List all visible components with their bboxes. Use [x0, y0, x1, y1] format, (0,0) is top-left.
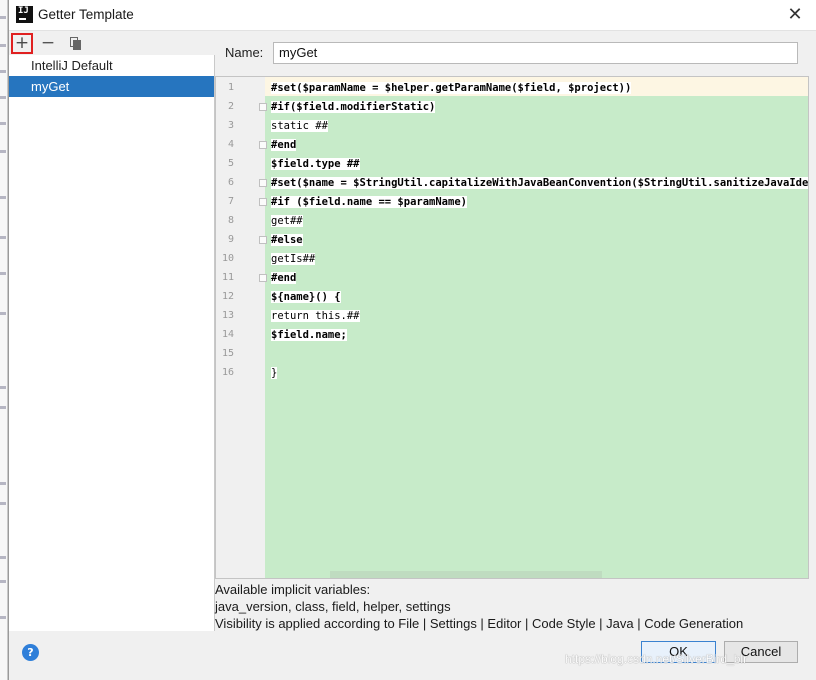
code-line-text: #end [271, 139, 297, 151]
intellij-icon: IJ [16, 6, 33, 23]
implicit-variables-list: java_version, class, field, helper, sett… [215, 599, 451, 614]
line-number: 5 [216, 155, 265, 174]
line-number-text: 9 [227, 234, 234, 245]
code-line: $field.type ## [271, 155, 360, 174]
code-line: ${name}() { [271, 288, 341, 307]
code-line-text: $field.type ## [271, 158, 360, 170]
fold-marker-icon[interactable] [259, 179, 267, 187]
code-line-text: static ## [271, 120, 328, 132]
remove-template-button[interactable]: − [37, 33, 59, 54]
help-button[interactable]: ? [22, 644, 39, 661]
code-line-text: #set($name = $StringUtil.capitalizeWithJ… [271, 177, 808, 189]
code-line-text: ${name}() { [271, 291, 341, 303]
code-line-text: #end [271, 272, 297, 284]
code-line: #else [271, 231, 303, 250]
code-line: return this.## [271, 307, 360, 326]
line-number: 12 [216, 288, 265, 307]
info-panel: Available implicit variables: java_versi… [215, 581, 809, 632]
line-number-text: 7 [227, 196, 234, 207]
line-number-text: 12 [221, 291, 234, 302]
line-number: 10 [216, 250, 265, 269]
line-number-text: 10 [221, 253, 234, 264]
close-button[interactable]: ✕ [783, 4, 807, 26]
horizontal-scrollbar[interactable] [330, 571, 602, 578]
code-line-text: get## [271, 215, 303, 227]
fold-marker-icon[interactable] [259, 274, 267, 282]
code-line: #set($paramName = $helper.getParamName($… [271, 79, 632, 98]
title-bar: IJ Getter Template ✕ [9, 0, 816, 31]
line-number: 7 [216, 193, 267, 212]
code-line-text: getIs## [271, 253, 316, 265]
line-number-text: 1 [227, 82, 234, 93]
line-number-text: 16 [221, 367, 234, 378]
code-line: #end [271, 269, 297, 288]
template-toolbar: + − [9, 31, 215, 55]
line-number-text: 14 [221, 329, 234, 340]
code-line: get## [271, 212, 303, 231]
line-number-text: 3 [227, 120, 234, 131]
code-line: $field.name; [271, 326, 347, 345]
line-number-text: 4 [227, 139, 234, 150]
fold-marker-icon[interactable] [259, 103, 267, 111]
visibility-note: Visibility is applied according to File … [215, 616, 744, 631]
line-number-text: 15 [221, 348, 234, 359]
line-number-text: 2 [227, 101, 234, 112]
line-number-text: 6 [227, 177, 234, 188]
code-line: getIs## [271, 250, 316, 269]
code-line: } [271, 364, 278, 383]
template-item-intellij-default[interactable]: IntelliJ Default [9, 55, 214, 76]
line-number: 9 [216, 231, 267, 250]
getter-template-dialog: IJ Getter Template ✕ + − IntelliJ Defaul… [8, 0, 816, 680]
line-number: 6 [216, 174, 267, 193]
code-line: #if($field.modifierStatic) [271, 98, 436, 117]
template-code-editor[interactable]: 1 2 3 4 5 6 7 8 9 10 11 12 13 14 15 16 #set($paramName … [215, 76, 809, 579]
code-line-text: #set($paramName = $helper.getParamName($… [271, 82, 632, 94]
line-number: 4 [216, 136, 267, 155]
code-line-text: return this.## [271, 310, 360, 322]
line-number: 16 [216, 364, 265, 383]
fold-marker-icon[interactable] [259, 236, 267, 244]
line-number: 2 [216, 98, 267, 117]
code-line: #if ($field.name == $paramName) [271, 193, 467, 212]
code-line: static ## [271, 117, 328, 136]
line-number: 1 [216, 79, 265, 98]
line-number: 3 [216, 117, 265, 136]
name-label: Name: [225, 45, 264, 60]
line-number-text: 13 [221, 310, 234, 321]
template-list: IntelliJ Default myGet [9, 55, 215, 631]
line-number: 15 [216, 345, 265, 364]
code-line-text: #if ($field.name == $paramName) [271, 196, 467, 208]
line-number: 11 [216, 269, 267, 288]
background-ide-strip [0, 0, 8, 680]
line-number-text: 8 [227, 215, 234, 226]
line-number-text: 11 [221, 272, 234, 283]
watermark-text: https://blog.csdn.net/SilverBird_blr [565, 652, 748, 666]
code-line-text: #else [271, 234, 303, 246]
add-template-button[interactable]: + [11, 33, 33, 54]
code-area[interactable]: #set($paramName = $helper.getParamName($… [271, 77, 808, 578]
line-number: 14 [216, 326, 265, 345]
code-line: #set($name = $StringUtil.capitalizeWithJ… [271, 174, 808, 193]
copy-template-button[interactable] [65, 33, 87, 54]
line-number-gutter: 1 2 3 4 5 6 7 8 9 10 11 12 13 14 15 16 [216, 77, 267, 578]
line-number: 13 [216, 307, 265, 326]
line-number-text: 5 [227, 158, 234, 169]
code-line: #end [271, 136, 297, 155]
line-number: 8 [216, 212, 265, 231]
code-line-text: #if($field.modifierStatic) [271, 101, 436, 113]
name-input[interactable]: myGet [273, 42, 798, 64]
fold-marker-icon[interactable] [259, 198, 267, 206]
implicit-variables-heading: Available implicit variables: [215, 582, 371, 597]
dialog-title: Getter Template [38, 7, 134, 22]
code-line-text: $field.name; [271, 329, 347, 341]
template-item-myget[interactable]: myGet [9, 76, 214, 97]
fold-marker-icon[interactable] [259, 141, 267, 149]
code-line-text: } [271, 367, 278, 379]
